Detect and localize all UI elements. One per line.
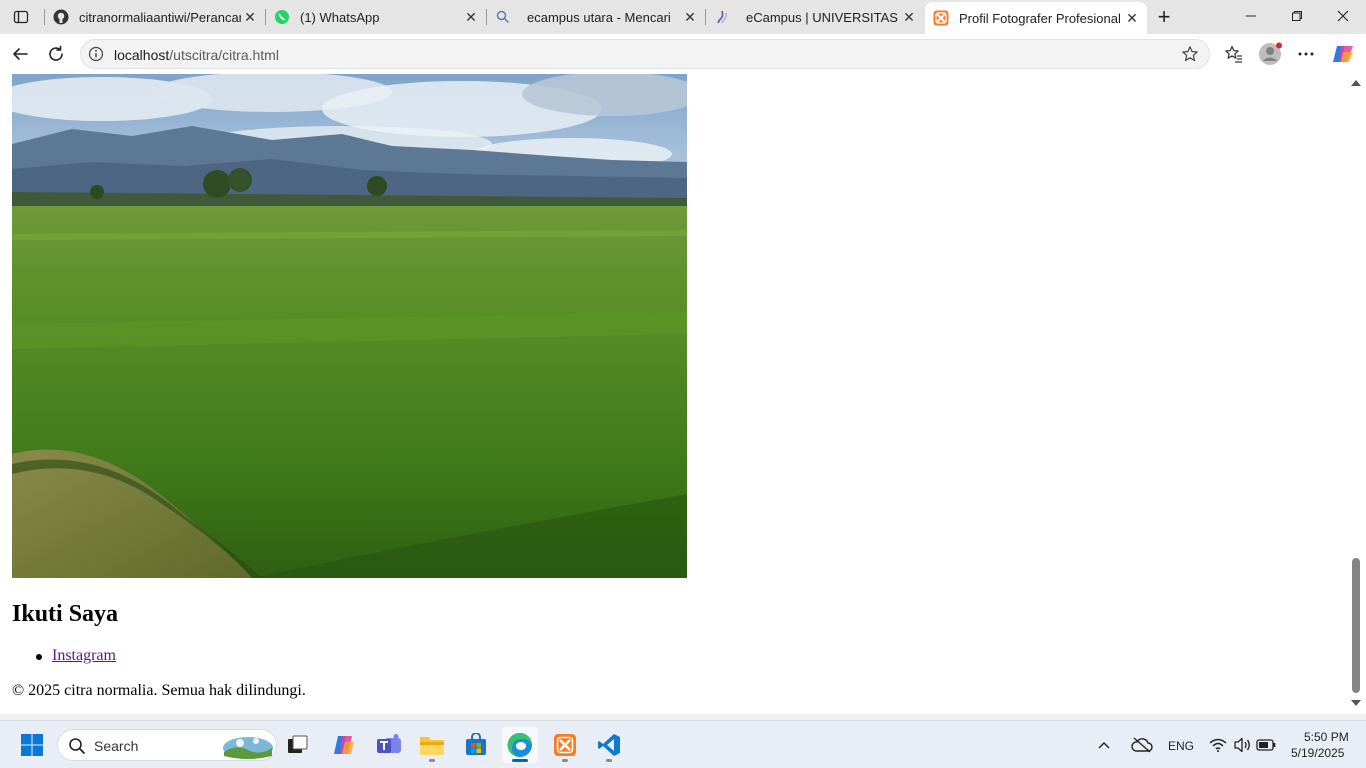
clock-time[interactable]: 5:50 PM <box>1304 730 1349 744</box>
search-label: Search <box>94 738 139 754</box>
task-view-icon[interactable] <box>280 727 316 763</box>
browser-tab-strip: citranormaliaantiwi/Perancang ✕ (1) What… <box>0 0 1366 34</box>
list-bullet <box>36 654 42 660</box>
microsoft-store-icon[interactable] <box>458 727 494 763</box>
scroll-down-arrow[interactable] <box>1351 700 1361 706</box>
close-icon[interactable]: ✕ <box>241 8 259 26</box>
tab-actions-icon[interactable] <box>8 4 34 30</box>
refresh-button[interactable] <box>42 40 70 68</box>
edge-browser-icon[interactable] <box>502 727 538 763</box>
scroll-up-arrow[interactable] <box>1351 80 1361 86</box>
search-icon <box>68 737 86 760</box>
site-info-icon[interactable] <box>88 46 104 62</box>
tab-profil-fotografer[interactable]: Profil Fotografer Profesional ✕ <box>925 2 1147 34</box>
profile-avatar[interactable] <box>1256 40 1284 68</box>
close-icon[interactable]: ✕ <box>462 8 480 26</box>
page-scrollbar[interactable] <box>1350 74 1362 714</box>
copilot-taskbar-icon[interactable] <box>326 727 362 763</box>
page-footer: © 2025 citra normalia. Semua hak dilindu… <box>12 682 306 699</box>
ecampus-icon <box>714 9 730 25</box>
clock-date[interactable]: 5/19/2025 <box>1291 746 1344 760</box>
tab-github[interactable]: citranormaliaantiwi/Perancang ✕ <box>45 0 265 34</box>
favorites-icon[interactable] <box>1220 40 1248 68</box>
close-icon[interactable]: ✕ <box>681 8 699 26</box>
running-indicator <box>606 759 612 762</box>
follow-heading: Ikuti Saya <box>12 601 119 627</box>
tab-ecampus[interactable]: eCampus | UNIVERSITAS TANG ✕ <box>706 0 924 34</box>
url-text: localhost/utscitra/citra.html <box>114 47 279 63</box>
xampp-icon <box>933 10 949 26</box>
volume-icon[interactable] <box>1230 727 1254 763</box>
instagram-link[interactable]: Instagram <box>52 647 116 665</box>
running-indicator <box>429 759 435 762</box>
copilot-icon[interactable] <box>1329 40 1357 68</box>
battery-icon[interactable] <box>1254 727 1278 763</box>
file-explorer-icon[interactable] <box>414 727 450 763</box>
start-button[interactable] <box>14 727 50 763</box>
minimize-button[interactable] <box>1228 0 1274 32</box>
language-indicator[interactable]: ENG <box>1168 739 1194 753</box>
tab-title: (1) WhatsApp <box>300 9 380 25</box>
active-indicator <box>512 759 528 762</box>
favorite-star-icon[interactable] <box>1181 45 1199 63</box>
scroll-thumb[interactable] <box>1352 558 1360 693</box>
search-icon <box>495 9 511 25</box>
url-host: localhost <box>114 47 170 63</box>
show-hidden-icons-chevron-icon[interactable] <box>1092 727 1116 763</box>
tab-title: citranormaliaantiwi/Perancang <box>79 9 241 25</box>
github-icon <box>53 9 69 25</box>
close-icon[interactable]: ✕ <box>900 8 918 26</box>
taskbar-search[interactable]: Search <box>57 729 277 761</box>
rice-field-photo <box>12 74 687 578</box>
teams-icon[interactable] <box>371 727 407 763</box>
back-button[interactable] <box>6 40 34 68</box>
tab-title: ecampus utara - Mencari <box>527 9 671 25</box>
tab-title: eCampus | UNIVERSITAS TANG <box>746 9 900 25</box>
windows-taskbar: Search ENG 5:50 PM 5/19/2025 <box>0 720 1366 768</box>
search-highlight-icon <box>222 732 274 765</box>
new-tab-button[interactable]: + <box>1152 4 1176 29</box>
close-icon[interactable]: ✕ <box>1123 9 1141 27</box>
whatsapp-icon <box>274 9 290 25</box>
address-bar[interactable]: localhost/utscitra/citra.html <box>80 39 1210 69</box>
wifi-icon[interactable] <box>1206 727 1230 763</box>
restore-button[interactable] <box>1274 0 1320 32</box>
xampp-taskbar-icon[interactable] <box>547 727 583 763</box>
page-viewport: Ikuti Saya Instagram © 2025 citra normal… <box>0 74 1366 718</box>
running-indicator <box>562 759 568 762</box>
tab-whatsapp[interactable]: (1) WhatsApp ✕ <box>266 0 486 34</box>
tab-title: Profil Fotografer Profesional <box>959 10 1121 26</box>
more-options-icon[interactable] <box>1292 40 1320 68</box>
url-path: /utscitra/citra.html <box>169 47 279 63</box>
onedrive-sync-off-icon[interactable] <box>1128 727 1156 763</box>
close-window-button[interactable] <box>1320 0 1366 32</box>
vscode-icon[interactable] <box>591 727 627 763</box>
browser-toolbar: localhost/utscitra/citra.html <box>0 34 1366 74</box>
tab-bing-search[interactable]: ecampus utara - Mencari ✕ <box>487 0 705 34</box>
